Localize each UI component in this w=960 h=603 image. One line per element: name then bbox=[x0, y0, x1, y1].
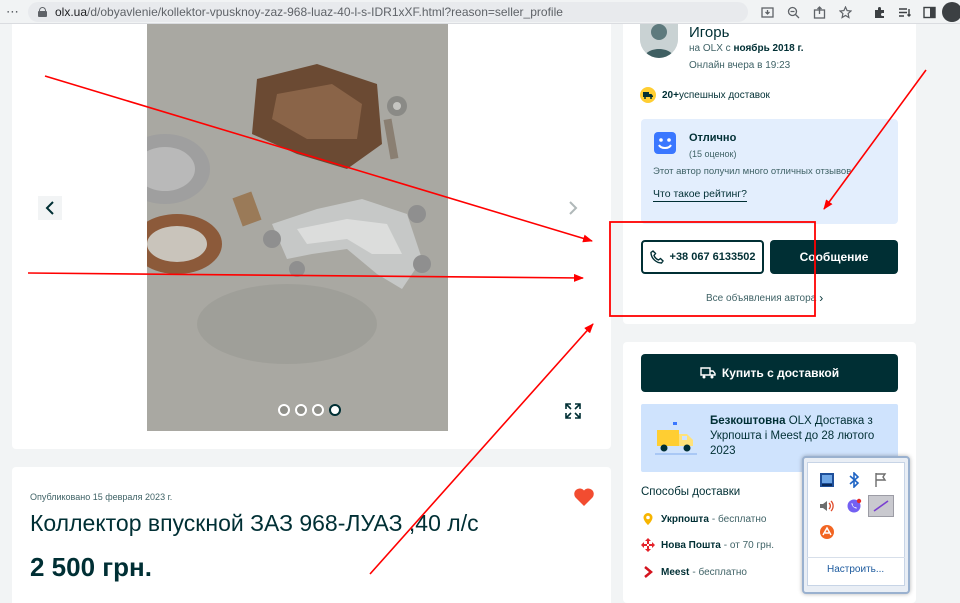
rating-count: (15 оценок) bbox=[689, 149, 737, 159]
location-pin-icon bbox=[641, 512, 655, 526]
fullscreen-icon[interactable] bbox=[562, 400, 584, 422]
delivery-promo-icon bbox=[655, 420, 697, 456]
bookmark-star-icon[interactable] bbox=[836, 3, 854, 21]
action-center-flag-icon[interactable] bbox=[872, 471, 890, 489]
extensions-icon[interactable] bbox=[870, 3, 888, 21]
seller-since: на OLX с ноябрь 2018 г. bbox=[689, 43, 803, 54]
gallery-dots bbox=[278, 404, 341, 416]
method-name: Нова Пошта bbox=[661, 539, 721, 551]
avast-icon[interactable] bbox=[818, 523, 836, 541]
chevron-right-icon: › bbox=[819, 291, 824, 305]
all-author-ads-link[interactable]: Все объявления автора › bbox=[706, 291, 823, 305]
rating-title: Отлично bbox=[689, 132, 737, 144]
nova-poshta-icon bbox=[641, 538, 655, 552]
url-host: olx.ua bbox=[55, 5, 88, 19]
delivery-method-ukrposhta: Укрпошта - бесплатно bbox=[641, 512, 766, 526]
tray-customize-link[interactable]: Настроить... bbox=[827, 564, 884, 575]
successful-deliveries: 20+ успешных доставок bbox=[640, 87, 770, 103]
url-path: /d/obyavlenie/kollektor-vpusknoy-zaz-968… bbox=[87, 5, 563, 19]
seller-online-status: Онлайн вчера в 19:23 bbox=[689, 60, 791, 71]
phone-number: +38 067 6133502 bbox=[669, 251, 756, 263]
buy-with-delivery-button[interactable]: Купить с доставкой bbox=[641, 354, 898, 392]
delivery-method-novaposhta: Нова Пошта - от 70 грн. bbox=[641, 538, 774, 552]
viber-icon[interactable] bbox=[845, 497, 863, 515]
profile-avatar[interactable] bbox=[942, 2, 960, 22]
rating-info-link[interactable]: Что такое рейтинг? bbox=[653, 188, 747, 202]
tray-divider bbox=[807, 557, 905, 558]
reading-list-icon[interactable] bbox=[896, 3, 914, 21]
deliveries-label: успешных доставок bbox=[678, 89, 770, 101]
delivery-truck-icon bbox=[640, 87, 656, 103]
gallery-dot[interactable] bbox=[295, 404, 307, 416]
heart-icon[interactable] bbox=[573, 487, 595, 507]
meest-icon bbox=[641, 565, 655, 579]
seller-name[interactable]: Игорь bbox=[689, 24, 729, 41]
gallery-dot-active[interactable] bbox=[329, 404, 341, 416]
side-panel-icon[interactable] bbox=[920, 3, 938, 21]
buy-button-label: Купить с доставкой bbox=[721, 366, 840, 380]
listing-price: 2 500 грн. bbox=[30, 552, 152, 582]
gallery-dot[interactable] bbox=[312, 404, 324, 416]
rating-description: Этот автор получил много отличных отзыво… bbox=[653, 166, 852, 177]
share-icon[interactable] bbox=[810, 3, 828, 21]
show-phone-button[interactable]: +38 067 6133502 bbox=[641, 240, 764, 274]
volume-icon[interactable] bbox=[818, 497, 836, 515]
listing-photo[interactable] bbox=[147, 24, 448, 431]
gallery-next-button[interactable] bbox=[561, 196, 585, 220]
seller-since-label: на OLX с bbox=[689, 43, 734, 54]
method-price: - бесплатно bbox=[692, 566, 747, 578]
zoom-icon[interactable] bbox=[784, 3, 802, 21]
smile-icon bbox=[653, 131, 677, 155]
method-name: Meest bbox=[661, 566, 690, 578]
method-name: Укрпошта bbox=[661, 513, 709, 525]
tray-app-icon[interactable] bbox=[818, 471, 836, 489]
browser-toolbar: ⋯ olx.ua/d/obyavlenie/kollektor-vpusknoy… bbox=[0, 0, 960, 24]
method-price: - бесплатно bbox=[711, 513, 767, 525]
seller-since-value: ноябрь 2018 г. bbox=[733, 43, 804, 54]
tab-overflow-icon[interactable]: ⋯ bbox=[6, 4, 19, 20]
lock-icon[interactable] bbox=[38, 7, 47, 17]
address-bar[interactable]: olx.ua/d/obyavlenie/kollektor-vpusknoy-z… bbox=[28, 2, 748, 22]
bluetooth-icon[interactable] bbox=[845, 471, 863, 489]
delivery-method-meest: Meest - бесплатно bbox=[641, 565, 747, 579]
promo-bold: Безкоштовна bbox=[710, 415, 786, 427]
pen-tool-icon[interactable] bbox=[868, 495, 894, 517]
install-app-icon[interactable] bbox=[758, 3, 776, 21]
gallery-prev-button[interactable] bbox=[38, 196, 62, 220]
delivery-methods-title: Способы доставки bbox=[641, 486, 741, 498]
listing-title: Коллектор впускной ЗАЗ 968-ЛУАЗ ,40 л/с bbox=[30, 510, 479, 536]
all-ads-label: Все объявления автора bbox=[706, 292, 817, 304]
published-date: Опубликовано 15 февраля 2023 г. bbox=[30, 492, 173, 502]
promo-text: Безкоштовна OLX Доставка з Укрпошта і Me… bbox=[710, 414, 892, 459]
gallery-dot[interactable] bbox=[278, 404, 290, 416]
phone-icon bbox=[649, 250, 664, 264]
method-price: - от 70 грн. bbox=[723, 539, 775, 551]
delivery-truck-icon bbox=[700, 367, 716, 379]
deliveries-count: 20+ bbox=[662, 89, 679, 101]
message-button[interactable]: Сообщение bbox=[770, 240, 898, 274]
